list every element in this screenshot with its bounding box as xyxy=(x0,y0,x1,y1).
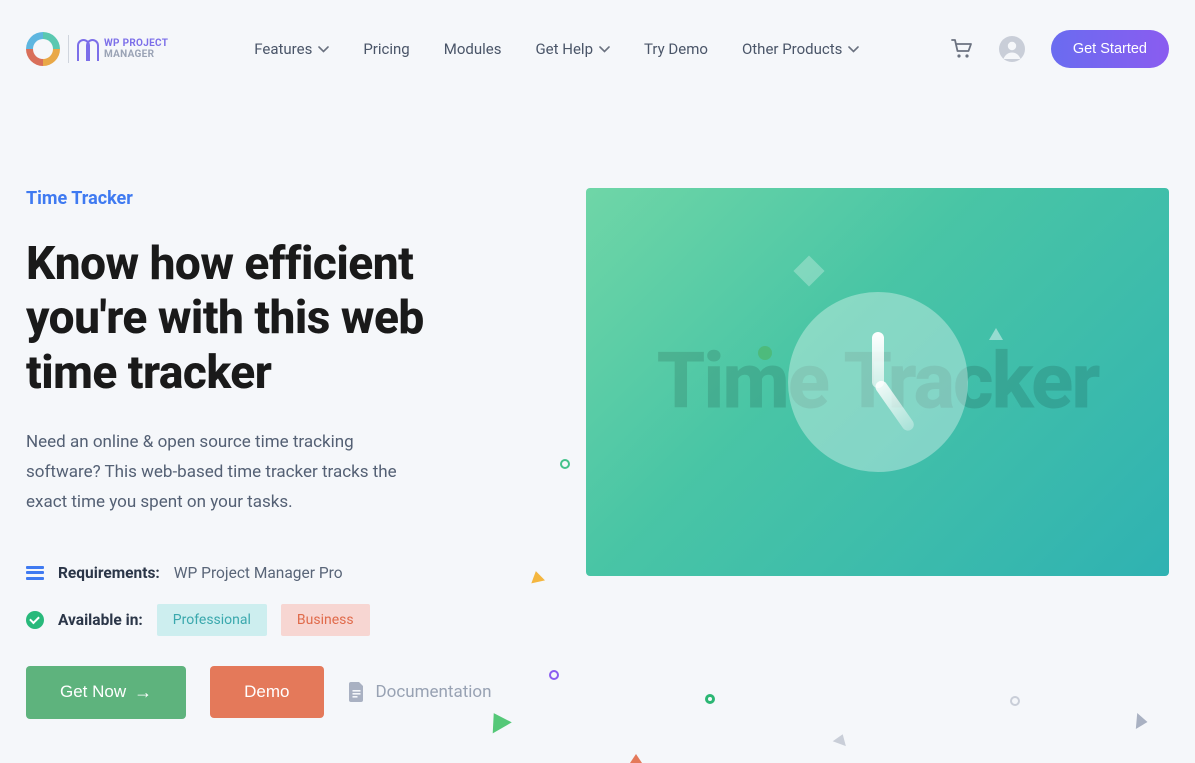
decor-triangle-icon xyxy=(530,571,544,582)
nav-modules[interactable]: Modules xyxy=(444,40,502,58)
demo-button[interactable]: Demo xyxy=(210,666,323,718)
logo-line1: WP PROJECT xyxy=(104,38,168,49)
decor-circle-icon xyxy=(705,694,715,704)
decor-circle-icon xyxy=(560,459,570,469)
list-icon xyxy=(26,566,44,580)
product-logo-text: WP PROJECT MANAGER xyxy=(104,38,168,60)
nav-pricing-label: Pricing xyxy=(363,40,409,58)
decor-circle-icon xyxy=(1010,696,1020,706)
clock-icon xyxy=(788,292,968,472)
decor-triangle-icon xyxy=(487,712,509,729)
decor-triangle-icon xyxy=(630,754,642,763)
documentation-link[interactable]: Documentation xyxy=(348,682,492,702)
chevron-down-icon xyxy=(318,46,329,53)
nav-try-demo[interactable]: Try Demo xyxy=(644,40,708,58)
documentation-label: Documentation xyxy=(376,682,492,702)
hero-headline: Know how efficient you're with this web … xyxy=(26,237,486,400)
nav-other-products-label: Other Products xyxy=(742,40,842,58)
hero-illustration: Time Tracker xyxy=(586,188,1169,576)
document-icon xyxy=(348,682,366,702)
account-icon[interactable] xyxy=(999,36,1025,62)
get-now-button[interactable]: Get Now → xyxy=(26,666,186,719)
decor-diamond-icon xyxy=(793,255,824,286)
get-now-label: Get Now xyxy=(60,682,126,702)
requirements-label: Requirements: xyxy=(58,564,160,582)
decor-triangle-icon xyxy=(834,734,848,744)
plan-badge-business: Business xyxy=(281,604,370,636)
nav-modules-label: Modules xyxy=(444,40,502,58)
requirements-row: Requirements: WP Project Manager Pro xyxy=(26,564,556,582)
nav-features[interactable]: Features xyxy=(254,40,329,58)
hero-section: Time Tracker Know how efficient you're w… xyxy=(0,98,1195,719)
brand-logo[interactable]: WP PROJECT MANAGER xyxy=(26,32,168,66)
available-in-label: Available in: xyxy=(58,611,143,629)
cart-icon[interactable] xyxy=(951,39,973,59)
nav-other-products[interactable]: Other Products xyxy=(742,40,859,58)
check-circle-icon xyxy=(26,611,44,629)
decor-triangle-icon xyxy=(1134,716,1150,727)
decor-circle-icon xyxy=(549,670,559,680)
hero-copy: Time Tracker Know how efficient you're w… xyxy=(26,188,556,719)
pm-logo-icon xyxy=(77,38,99,60)
logo-line2: MANAGER xyxy=(104,49,168,60)
cta-row: Get Now → Demo Documentation xyxy=(26,666,556,719)
chevron-down-icon xyxy=(599,46,610,53)
available-in-row: Available in: Professional Business xyxy=(26,604,556,636)
decor-triangle-icon xyxy=(989,328,1003,340)
site-header: WP PROJECT MANAGER Features Pricing Modu… xyxy=(0,0,1195,98)
hero-description: Need an online & open source time tracki… xyxy=(26,428,406,518)
arrow-right-icon: → xyxy=(134,682,152,703)
header-actions: Get Started xyxy=(951,30,1169,68)
hero-eyebrow: Time Tracker xyxy=(26,188,556,209)
nav-get-help[interactable]: Get Help xyxy=(535,40,610,58)
wedevs-logo-icon xyxy=(26,32,60,66)
logo-divider xyxy=(68,35,69,63)
chevron-down-icon xyxy=(848,46,859,53)
get-started-button[interactable]: Get Started xyxy=(1051,30,1169,68)
nav-get-help-label: Get Help xyxy=(535,40,593,58)
decor-dot-icon xyxy=(758,346,772,360)
requirements-value: WP Project Manager Pro xyxy=(174,564,343,582)
nav-try-demo-label: Try Demo xyxy=(644,40,708,58)
plan-badge-professional: Professional xyxy=(157,604,267,636)
product-logo: WP PROJECT MANAGER xyxy=(77,38,168,60)
nav-pricing[interactable]: Pricing xyxy=(363,40,409,58)
primary-nav: Features Pricing Modules Get Help Try De… xyxy=(254,40,859,58)
nav-features-label: Features xyxy=(254,40,312,58)
